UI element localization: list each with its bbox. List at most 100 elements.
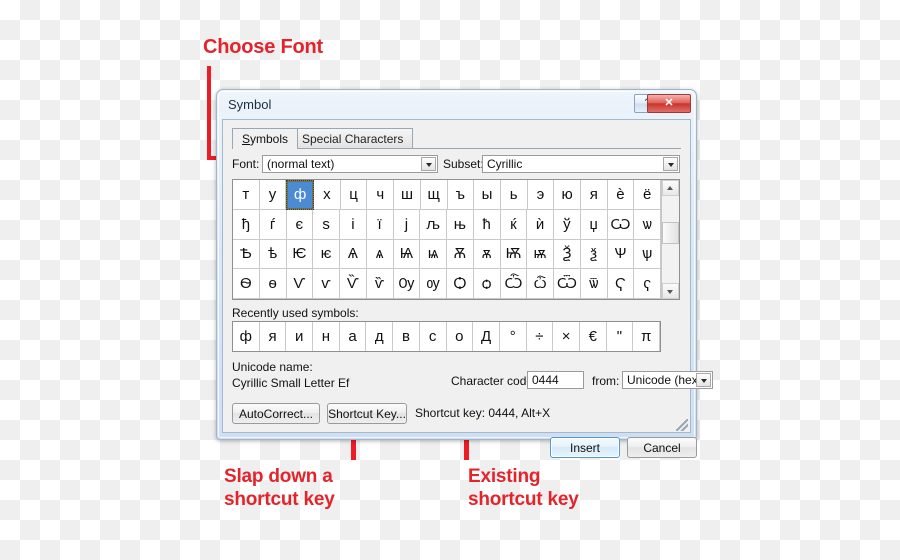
symbol-cell[interactable]: ѳ xyxy=(259,269,287,299)
symbol-cell[interactable]: Ѣ xyxy=(233,239,260,270)
symbol-cell[interactable]: Ѳ xyxy=(233,269,260,299)
symbol-cell[interactable]: ђ xyxy=(233,209,260,240)
recent-symbol-cell[interactable]: с xyxy=(420,322,447,351)
symbol-cell[interactable]: Ѽ xyxy=(500,269,528,299)
symbol-cell[interactable]: Ҁ xyxy=(607,269,635,299)
symbol-cell[interactable]: Ѵ xyxy=(286,269,314,299)
symbol-cell[interactable]: ѕ xyxy=(313,209,340,240)
symbol-cell[interactable]: ј xyxy=(393,209,421,240)
resize-grip-icon[interactable] xyxy=(676,419,688,431)
recent-symbol-cell[interactable]: и xyxy=(286,322,314,351)
recent-symbol-cell[interactable]: Д xyxy=(473,322,500,351)
symbol-cell[interactable]: ѓ xyxy=(259,209,287,240)
symbol-cell[interactable]: ќ xyxy=(500,209,528,240)
symbol-cell[interactable]: њ xyxy=(447,209,474,240)
close-icon[interactable]: ✕ xyxy=(647,94,691,113)
symbol-cell[interactable]: Ѯ xyxy=(554,239,581,270)
symbol-cell[interactable]: ы xyxy=(474,180,501,210)
symbol-cell[interactable]: щ xyxy=(420,180,448,210)
symbol-cell[interactable]: ф xyxy=(286,180,315,210)
symbol-cell[interactable]: ї xyxy=(366,209,394,240)
symbol-cell[interactable]: ш xyxy=(394,180,421,210)
symbol-grid-scrollbar[interactable] xyxy=(661,180,679,299)
recent-symbol-cell[interactable]: π xyxy=(633,322,660,351)
symbol-cell[interactable]: ч xyxy=(367,180,395,210)
symbol-cell[interactable]: ћ xyxy=(473,209,501,240)
symbol-cell[interactable]: ь xyxy=(500,180,528,210)
font-combobox[interactable]: (normal text) xyxy=(262,155,438,173)
recent-symbol-cell[interactable]: в xyxy=(393,322,420,351)
symbol-cell[interactable]: Ѧ xyxy=(340,239,367,270)
recent-symbol-cell[interactable]: ÷ xyxy=(527,322,554,351)
insert-button[interactable]: Insert xyxy=(550,437,620,458)
symbol-cell[interactable]: Ѭ xyxy=(500,239,528,270)
symbol-cell[interactable]: љ xyxy=(420,209,447,240)
symbol-cell[interactable]: ѭ xyxy=(527,239,554,270)
character-code-input[interactable]: 0444 xyxy=(527,371,584,389)
symbol-cell[interactable]: ѩ xyxy=(420,239,447,270)
symbol-cell[interactable]: ѯ xyxy=(580,239,608,270)
symbol-cell[interactable]: ъ xyxy=(447,180,475,210)
symbol-cell[interactable]: џ xyxy=(580,209,608,240)
symbol-grid[interactable]: туфхцчшщъыьэюяѐё ђѓєѕіїјљњћќѝўџѠѡ ѢѣѤѥѦѧѨѩ… xyxy=(232,179,680,300)
chevron-down-icon[interactable] xyxy=(696,373,711,387)
symbol-cell[interactable]: ѵ xyxy=(313,269,340,299)
scroll-down-icon[interactable] xyxy=(662,283,679,299)
from-combobox[interactable]: Unicode (hex) xyxy=(622,371,713,389)
symbol-cell[interactable]: ҁ xyxy=(634,269,661,299)
recently-used-symbols[interactable]: ф я и н а д в с о Д ° ÷ × € " π xyxy=(232,321,661,352)
symbol-cell[interactable]: х xyxy=(314,180,341,210)
symbol-cell[interactable]: ц xyxy=(340,180,368,210)
symbol-cell[interactable]: ѿ xyxy=(580,269,608,299)
recent-symbol-cell[interactable]: о xyxy=(447,322,474,351)
cancel-button[interactable]: Cancel xyxy=(627,437,697,458)
symbol-cell[interactable]: Ѡ xyxy=(607,209,635,240)
shortcut-key-button[interactable]: Shortcut Key... xyxy=(327,403,407,424)
recent-symbol-cell[interactable]: ф xyxy=(233,322,260,351)
chevron-down-icon[interactable] xyxy=(663,157,678,171)
recent-symbol-cell[interactable]: д xyxy=(366,322,394,351)
symbol-cell[interactable]: ё xyxy=(634,180,661,210)
symbol-cell[interactable]: ѽ xyxy=(527,269,554,299)
recent-symbol-cell[interactable]: я xyxy=(260,322,287,351)
symbol-cell[interactable]: є xyxy=(286,209,314,240)
symbol-cell[interactable]: Ѹ xyxy=(393,269,421,299)
symbol-cell[interactable]: ѣ xyxy=(259,239,287,270)
symbol-cell[interactable]: ѱ xyxy=(634,239,661,270)
chevron-down-icon[interactable] xyxy=(421,157,436,171)
symbol-cell[interactable]: э xyxy=(527,180,555,210)
symbol-cell[interactable]: ѥ xyxy=(313,239,340,270)
symbol-cell[interactable]: ю xyxy=(554,180,581,210)
symbol-cell[interactable]: т xyxy=(233,180,260,210)
symbol-cell[interactable]: ѷ xyxy=(366,269,394,299)
symbol-cell[interactable]: я xyxy=(580,180,608,210)
recent-symbol-cell[interactable]: € xyxy=(580,322,607,351)
symbol-cell[interactable]: ѧ xyxy=(366,239,394,270)
recent-symbol-cell[interactable]: × xyxy=(553,322,580,351)
symbol-cell[interactable]: ѝ xyxy=(527,209,554,240)
symbol-cell[interactable]: Ѥ xyxy=(286,239,314,270)
recent-symbol-cell[interactable]: " xyxy=(607,322,634,351)
scrollbar-thumb[interactable] xyxy=(662,222,679,244)
symbol-cell[interactable]: Ѫ xyxy=(447,239,474,270)
symbol-cell[interactable]: Ѷ xyxy=(340,269,367,299)
dialog-titlebar[interactable]: Symbol ? ✕ xyxy=(221,93,692,118)
symbol-cell[interactable]: і xyxy=(340,209,367,240)
symbol-cell[interactable]: Ѩ xyxy=(393,239,421,270)
symbol-cell[interactable]: у xyxy=(259,180,287,210)
symbol-cell[interactable]: Ѱ xyxy=(607,239,635,270)
recent-symbol-cell[interactable]: ° xyxy=(500,322,527,351)
scroll-up-icon[interactable] xyxy=(662,180,679,196)
symbol-cell[interactable]: ѐ xyxy=(607,180,635,210)
recent-symbol-cell[interactable]: н xyxy=(313,322,340,351)
recent-symbol-cell[interactable]: а xyxy=(340,322,367,351)
symbol-cell[interactable]: ѹ xyxy=(420,269,447,299)
symbol-cell[interactable]: Ѻ xyxy=(447,269,474,299)
symbol-cell[interactable]: ѻ xyxy=(473,269,501,299)
symbol-cell[interactable]: ѡ xyxy=(634,209,661,240)
tab-special-characters[interactable]: Special Characters xyxy=(292,128,414,148)
symbol-cell[interactable]: ѫ xyxy=(473,239,501,270)
autocorrect-button[interactable]: AutoCorrect... xyxy=(232,403,320,424)
subset-combobox[interactable]: Cyrillic xyxy=(482,155,680,173)
symbol-cell[interactable]: ў xyxy=(554,209,581,240)
